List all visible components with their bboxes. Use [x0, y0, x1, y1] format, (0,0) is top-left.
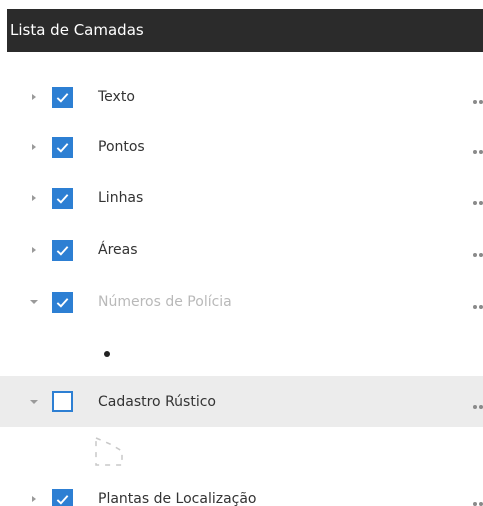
- collapse-arrow-icon[interactable]: [27, 295, 41, 309]
- expand-arrow-icon[interactable]: [27, 191, 41, 205]
- layer-label: Áreas: [98, 242, 138, 258]
- more-options-icon[interactable]: [473, 502, 483, 506]
- layer-visibility-checkbox[interactable]: [52, 391, 73, 412]
- layer-row-cadastro-rustico[interactable]: Cadastro Rústico: [0, 376, 483, 427]
- polygon-dashed-symbol-icon: [95, 436, 123, 466]
- layer-row-linhas[interactable]: Linhas: [0, 173, 483, 223]
- expand-arrow-icon[interactable]: [27, 90, 41, 104]
- layer-label: Linhas: [98, 190, 144, 206]
- checkmark-icon: [56, 245, 69, 256]
- expand-arrow-icon[interactable]: [27, 140, 41, 154]
- layer-label: Plantas de Localização: [98, 491, 257, 506]
- layer-visibility-checkbox[interactable]: [52, 488, 73, 506]
- more-options-icon[interactable]: [473, 305, 483, 309]
- more-options-icon[interactable]: [473, 253, 483, 257]
- checkmark-icon: [56, 193, 69, 204]
- expand-arrow-icon[interactable]: [27, 243, 41, 257]
- more-options-icon[interactable]: [473, 404, 483, 409]
- layer-row-numeros-de-policia[interactable]: Números de Polícia: [0, 277, 483, 327]
- checkmark-icon: [56, 297, 69, 308]
- checkmark-icon: [56, 92, 69, 103]
- point-symbol-icon: [104, 351, 110, 357]
- collapse-arrow-icon[interactable]: [27, 395, 41, 409]
- panel-header: Lista de Camadas: [7, 9, 483, 52]
- layer-visibility-checkbox[interactable]: [52, 187, 73, 209]
- more-options-icon[interactable]: [473, 100, 483, 104]
- more-options-icon[interactable]: [473, 201, 483, 205]
- layer-label: Pontos: [98, 139, 145, 155]
- layer-label: Números de Polícia: [98, 294, 232, 310]
- checkmark-icon: [56, 494, 69, 505]
- layer-visibility-checkbox[interactable]: [52, 136, 73, 158]
- panel-title: Lista de Camadas: [10, 21, 144, 39]
- layer-row-texto[interactable]: Texto: [0, 72, 483, 122]
- checkmark-icon: [56, 142, 69, 153]
- layer-visibility-checkbox[interactable]: [52, 239, 73, 261]
- layer-visibility-checkbox[interactable]: [52, 291, 73, 313]
- layer-row-areas[interactable]: Áreas: [0, 225, 483, 275]
- layer-row-pontos[interactable]: Pontos: [0, 122, 483, 172]
- layer-row-plantas-de-localizacao[interactable]: Plantas de Localização: [0, 474, 483, 506]
- layer-label: Cadastro Rústico: [98, 393, 216, 410]
- layer-legend: [0, 427, 483, 474]
- layer-legend: [0, 330, 483, 376]
- expand-arrow-icon[interactable]: [27, 492, 41, 506]
- more-options-icon[interactable]: [473, 150, 483, 154]
- layer-label: Texto: [98, 89, 135, 105]
- layer-visibility-checkbox[interactable]: [52, 86, 73, 108]
